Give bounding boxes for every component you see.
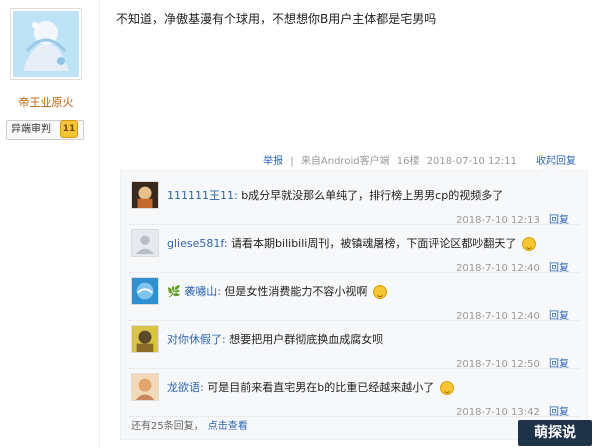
smile-emoji-icon <box>439 381 454 395</box>
reply-text: b成分早就没那么单纯了，排行榜上男男cp的视频多了 <box>241 189 504 202</box>
level-badge: 11 <box>60 120 78 138</box>
report-link[interactable]: 举报 <box>263 156 283 167</box>
list-item: 111111王11: b成分早就没那么单纯了，排行榜上男男cp的视频多了 201… <box>129 177 579 226</box>
collapse-reply-button[interactable]: 收起回复 <box>536 156 576 167</box>
reply-text: 可是目前来看直宅男在b的比重已经越来越小了 <box>207 381 435 394</box>
reply-avatar[interactable] <box>131 181 159 209</box>
reply-username[interactable]: 111111王11: <box>167 189 238 202</box>
list-item: 龙欲语: 可是目前来看直宅男在b的比重已经越来越小了 2018-7-10 13:… <box>129 369 579 418</box>
user-avatar-image <box>132 278 158 304</box>
reply-text: 请看本期bilibili周刊，被镇魂屠榜，下面评论区都吵翻天了 <box>231 237 517 250</box>
post-content: 不知道，净傲基漫有个球用，不想想你B用户主体都是宅男吗 <box>116 12 437 26</box>
reply-avatar[interactable] <box>131 373 159 401</box>
anime-avatar-image <box>13 11 79 77</box>
author-sidebar: 帝王业原火 异端审判 11 <box>0 0 100 448</box>
divider: | <box>290 156 294 167</box>
user-avatar-image <box>132 374 158 400</box>
list-item: gliese581f: 请看本期bilibili周刊，被镇魂屠榜，下面评论区都吵… <box>129 225 579 274</box>
default-avatar-icon <box>132 230 158 256</box>
more-replies-count: 还有25条回复， <box>131 421 204 432</box>
watermark-logo: 萌探说 <box>518 420 592 446</box>
reply-avatar[interactable] <box>131 277 159 305</box>
reply-thread: 111111王11: b成分早就没那么单纯了，排行榜上男男cp的视频多了 201… <box>120 170 588 440</box>
view-more-link[interactable]: 点击查看 <box>208 421 248 432</box>
reply-text: 想要把用户群彻底换血成腐女呗 <box>229 333 384 346</box>
floor-number: 16楼 <box>396 156 420 167</box>
reply-username[interactable]: gliese581f: <box>167 237 228 250</box>
reply-username[interactable]: 袭嘯山: <box>184 285 221 298</box>
post-main: 不知道，净傲基漫有个球用，不想想你B用户主体都是宅男吗 举报 | 来自Andro… <box>100 0 594 448</box>
user-avatar-image <box>132 182 158 208</box>
author-name[interactable]: 帝王业原火 <box>0 94 92 110</box>
smile-emoji-icon <box>372 285 387 299</box>
reply-username[interactable]: 龙欲语: <box>167 381 204 394</box>
author-avatar[interactable] <box>10 8 82 80</box>
reply-time: 2018-7-10 13:42 <box>456 407 540 418</box>
reply-avatar[interactable] <box>131 325 159 353</box>
client-source[interactable]: 来自Android客户端 <box>301 156 390 167</box>
user-avatar-image <box>132 326 158 352</box>
more-replies: 还有25条回复， 点击查看 <box>131 417 248 432</box>
list-item: 对你休假了: 想要把用户群彻底换血成腐女呗 2018-7-10 12:50 回复 <box>129 321 579 370</box>
reply-avatar[interactable] <box>131 229 159 257</box>
reply-username[interactable]: 对你休假了: <box>167 333 226 346</box>
post-meta: 举报 | 来自Android客户端 16楼 2018-07-10 12:11 收… <box>259 152 576 167</box>
leaf-icon: 🌿 <box>167 285 181 298</box>
reply-button[interactable]: 回复 <box>549 407 569 418</box>
post-time: 2018-07-10 12:11 <box>426 156 517 167</box>
list-item: 🌿 袭嘯山: 但是女性消费能力不容小视啊 2018-7-10 12:40 回复 <box>129 273 579 322</box>
smile-emoji-icon <box>521 237 536 251</box>
reply-text: 但是女性消费能力不容小视啊 <box>224 285 368 298</box>
